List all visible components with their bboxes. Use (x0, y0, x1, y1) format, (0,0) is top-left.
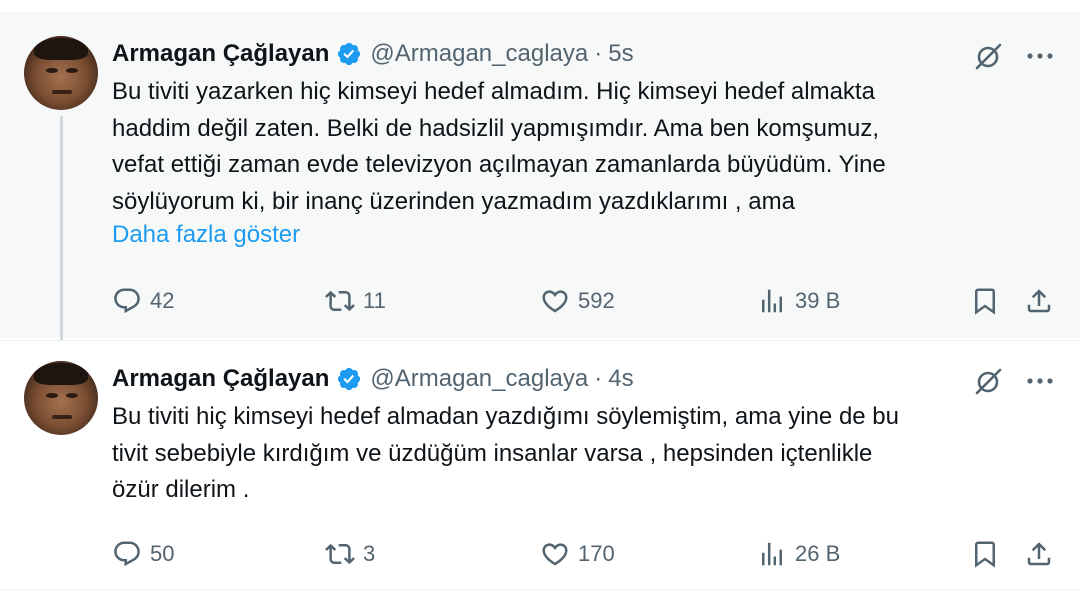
author-handle[interactable]: @Armagan_caglaya (370, 40, 588, 68)
reply-count: 50 (150, 541, 175, 566)
repost-button[interactable]: 3 (325, 537, 375, 571)
bookmark-icon (975, 541, 995, 568)
reply-icon (114, 288, 140, 314)
repost-icon (325, 543, 355, 565)
tweet-text-line: özür dilerim . (112, 476, 250, 503)
avatar[interactable] (24, 36, 98, 110)
timestamp[interactable]: 5s (608, 40, 633, 68)
like-button[interactable]: 170 (540, 537, 615, 571)
grok-icon[interactable] (972, 367, 1004, 395)
verified-badge-icon (336, 366, 362, 392)
repost-count: 3 (363, 541, 376, 566)
bookmark-button[interactable] (970, 284, 1000, 318)
share-icon (1027, 542, 1051, 566)
like-icon (542, 290, 568, 313)
tweet-text-line: haddim değil zaten. Belki de hadsizlil y… (112, 114, 880, 142)
like-count: 592 (578, 288, 615, 313)
reply-count: 42 (150, 288, 175, 313)
thread-connector-line (60, 116, 63, 356)
share-button[interactable] (1024, 284, 1054, 318)
share-icon (1027, 289, 1051, 313)
reply-button[interactable]: 42 (112, 284, 174, 318)
share-button[interactable] (1024, 537, 1054, 571)
more-icon[interactable] (1024, 367, 1056, 395)
tweet-2[interactable]: Armagan Çağlayan @Armagan_caglaya · 4s B… (0, 340, 1080, 590)
tweet-1[interactable]: Armagan Çağlayan @Armagan_caglaya · 5s B… (0, 12, 1080, 356)
show-more-link[interactable]: Daha fazla göster (112, 221, 300, 249)
repost-count: 11 (363, 288, 386, 313)
separator-dot: · (594, 365, 603, 392)
like-button[interactable]: 592 (540, 284, 615, 318)
tweet-text-line: söylüyorum ki, bir inanç üzerinden yazma… (112, 187, 795, 215)
repost-button[interactable]: 11 (325, 284, 386, 318)
views-count: 39 B (795, 288, 841, 313)
like-count: 170 (578, 541, 615, 566)
avatar[interactable] (24, 361, 98, 435)
bookmark-button[interactable] (970, 537, 1000, 571)
tweet-actions: 50 3 170 26 B (112, 537, 1062, 571)
author-name[interactable]: Armagan Çağlayan (112, 40, 329, 68)
separator-dot: · (594, 40, 603, 67)
views-icon (762, 542, 782, 566)
reply-button[interactable]: 50 (112, 537, 174, 571)
bookmark-icon (975, 288, 995, 315)
tweet-text-line: Bu tiviti hiç kimseyi hedef almadan yazd… (112, 403, 899, 430)
tweet-actions: 42 11 592 39 B (112, 284, 1062, 318)
views-button[interactable]: 39 B (757, 284, 840, 318)
author-name[interactable]: Armagan Çağlayan (112, 365, 329, 393)
grok-icon[interactable] (972, 42, 1004, 70)
tweet-text-line: Bu tiviti yazarken hiç kimseyi hedef alm… (112, 78, 875, 105)
verified-badge-icon (336, 41, 362, 67)
tweet-text: Bu tiviti hiç kimseyi hedef almadan yazd… (112, 399, 1032, 509)
timestamp[interactable]: 4s (608, 365, 633, 393)
tweet-text-line: tivit sebebiyle kırdığım ve üzdüğüm insa… (112, 439, 873, 467)
like-icon (542, 543, 568, 566)
views-count: 26 B (795, 541, 841, 566)
reply-icon (114, 541, 140, 567)
tweet-text-line: vefat ettiği zaman evde televizyon açılm… (112, 151, 886, 178)
repost-icon (325, 290, 355, 312)
tweet-header: Armagan Çağlayan @Armagan_caglaya · 4s (112, 364, 634, 394)
tweet-text: Bu tiviti yazarken hiç kimseyi hedef alm… (112, 74, 1032, 220)
tweet-header: Armagan Çağlayan @Armagan_caglaya · 5s (112, 39, 634, 69)
views-button[interactable]: 26 B (757, 537, 840, 571)
views-icon (762, 289, 782, 313)
more-icon[interactable] (1024, 42, 1056, 70)
author-handle[interactable]: @Armagan_caglaya (370, 365, 588, 393)
